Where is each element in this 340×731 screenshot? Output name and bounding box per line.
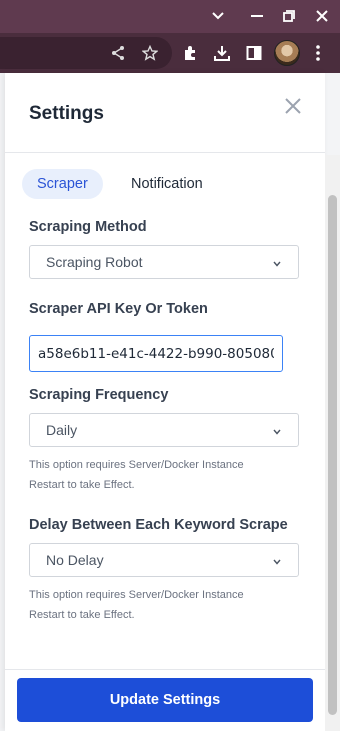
scrollbar-thumb[interactable]: [328, 195, 337, 715]
menu-icon[interactable]: [308, 43, 328, 63]
chevron-down-icon[interactable]: [208, 6, 228, 26]
scraping-method-label: Scraping Method: [29, 219, 147, 235]
chevron-down-icon: [273, 261, 281, 267]
api-key-label: Scraper API Key Or Token: [29, 301, 208, 317]
frequency-value: Daily: [46, 422, 78, 438]
frequency-select[interactable]: Daily: [29, 413, 299, 447]
star-icon[interactable]: [140, 43, 160, 63]
minimize-icon[interactable]: [247, 6, 267, 26]
panel-header: Settings: [5, 73, 325, 153]
restore-icon[interactable]: [279, 6, 299, 26]
api-key-input[interactable]: [29, 335, 283, 372]
sidepanel-icon[interactable]: [244, 43, 264, 63]
delay-note: This option requires Server/Docker Insta…: [29, 589, 244, 621]
close-icon: [285, 98, 301, 114]
avatar[interactable]: [274, 40, 300, 66]
frequency-note: This option requires Server/Docker Insta…: [29, 459, 244, 491]
chevron-down-icon: [273, 559, 281, 565]
address-bar[interactable]: [0, 37, 172, 69]
delay-label: Delay Between Each Keyword Scrape: [29, 517, 288, 533]
browser-titlebar: [0, 0, 340, 33]
delay-value: No Delay: [46, 552, 104, 568]
share-icon[interactable]: [108, 43, 128, 63]
tab-notification[interactable]: Notification: [116, 169, 218, 199]
chevron-down-icon: [273, 429, 281, 435]
scraping-method-select[interactable]: Scraping Robot: [29, 245, 299, 279]
page-title: Settings: [29, 103, 104, 124]
scraping-method-value: Scraping Robot: [46, 254, 143, 270]
delay-select[interactable]: No Delay: [29, 543, 299, 577]
frequency-label: Scraping Frequency: [29, 387, 169, 403]
browser-toolbar: [0, 33, 340, 73]
panel-footer: Update Settings: [5, 669, 325, 731]
download-icon[interactable]: [212, 43, 232, 63]
tab-scraper[interactable]: Scraper: [22, 169, 103, 199]
close-icon[interactable]: [312, 6, 332, 26]
update-settings-button[interactable]: Update Settings: [17, 678, 313, 722]
extensions-icon[interactable]: [180, 43, 200, 63]
close-panel-button[interactable]: [282, 95, 304, 117]
scrollbar[interactable]: [325, 155, 340, 731]
settings-panel: Settings Scraper Notification Scraping M…: [5, 73, 325, 731]
